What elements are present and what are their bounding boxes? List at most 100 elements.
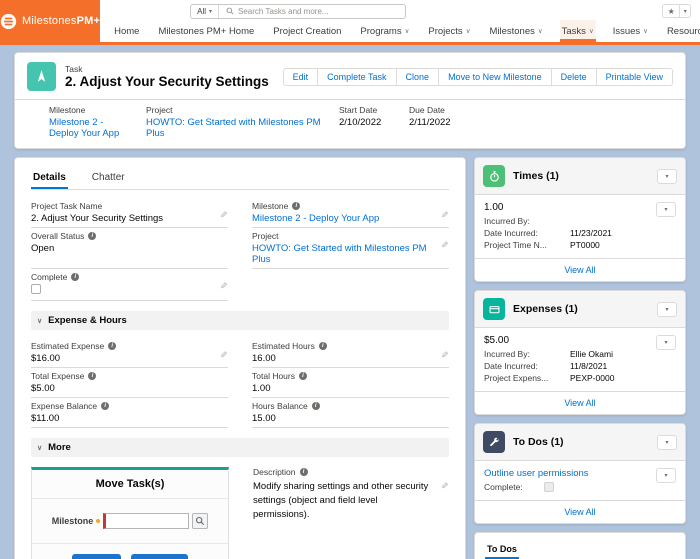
info-icon[interactable]: i [312,402,320,410]
milestone-lookup-input[interactable] [103,513,189,529]
favorites-star-icon[interactable]: ★ [662,4,680,18]
highlights-panel: Milestone Milestone 2 - Deploy Your App … [15,99,685,148]
info-icon[interactable]: i [101,402,109,410]
expense-record-link[interactable]: PEXP-0000 [570,373,614,383]
move-to-new-milestone-button[interactable]: Move to New Milestone [438,68,552,86]
expense-hours-fields: Estimated Expensei $16.00 ✎ Estimated Ho… [31,338,449,428]
todo-record-link[interactable]: Outline user permissions [484,468,589,479]
incurred-by-link[interactable]: Ellie Okami [570,349,613,359]
row-value: 11/8/2021 [570,361,607,371]
section-expense-hours[interactable]: ∨ Expense & Hours [31,311,449,330]
info-icon[interactable]: i [292,202,300,210]
time-row-menu-caret-icon[interactable]: ▾ [656,202,676,217]
field-total-hours: Total Hours i 1.00 [252,368,449,398]
search-icon [226,7,234,15]
nav-tasks[interactable]: Tasks∨ [560,20,596,42]
nav-projects[interactable]: Projects∨ [426,20,472,42]
nav-milestones-pm-home[interactable]: Milestones PM+ Home [156,20,256,42]
info-icon[interactable]: i [300,468,308,476]
row-label: Project Expens... [484,373,570,383]
edit-pencil-icon[interactable]: ✎ [441,240,449,251]
todos-card-title: To Dos (1) [513,436,564,448]
edit-pencil-icon[interactable]: ✎ [220,281,228,292]
info-icon[interactable]: i [108,342,116,350]
field-label: Overall Status [31,231,84,241]
milestone-field-link[interactable]: Milestone 2 - Deploy Your App [252,213,379,224]
todo-complete-checkbox[interactable] [544,482,554,492]
nav-resource-allocation[interactable]: Resource Allocation [665,20,700,42]
page-title: 2. Adjust Your Security Settings [65,74,269,89]
lookup-icon[interactable] [192,513,208,529]
related-rail: Times (1) ▾ 1.00 Incurred By: Date Incur… [474,157,686,559]
edit-pencil-icon[interactable]: ✎ [441,350,449,361]
info-icon[interactable]: i [88,232,96,240]
time-record-link[interactable]: PT0000 [570,240,600,250]
tab-chatter[interactable]: Chatter [90,168,127,189]
complete-task-button[interactable]: Complete Task [317,68,396,86]
times-card: Times (1) ▾ 1.00 Incurred By: Date Incur… [474,157,686,282]
milestone-lookup-label: Milestone [52,516,94,526]
section-more[interactable]: ∨ More [31,438,449,457]
app-logo[interactable]: MilestonesPM+ [0,0,100,42]
global-header: MilestonesPM+ All ▾ ★ ▾ + ? [0,0,700,45]
chevron-down-icon: ∨ [589,27,594,35]
expenses-view-all-link[interactable]: View All [564,398,595,408]
times-card-menu-caret-icon[interactable]: ▾ [657,169,677,184]
page-body: Task 2. Adjust Your Security Settings Ed… [0,45,700,559]
edit-pencil-icon[interactable]: ✎ [441,481,449,492]
tab-details[interactable]: Details [31,168,68,189]
milestone-link[interactable]: Milestone 2 - Deploy Your App [49,117,119,139]
clone-button[interactable]: Clone [396,68,440,86]
nav-programs[interactable]: Programs∨ [358,20,411,42]
delete-button[interactable]: Delete [551,68,597,86]
edit-pencil-icon[interactable]: ✎ [220,350,228,361]
field-value: Open [31,243,214,254]
field-expense-balance: Expense Balancei $11.00 [31,398,228,428]
chevron-down-icon: ∨ [643,27,648,35]
todos-card-menu-caret-icon[interactable]: ▾ [657,435,677,450]
description-value: Modify sharing settings and other securi… [253,480,435,521]
info-icon[interactable]: i [319,342,327,350]
field-estimated-hours: Estimated Hoursi 16.00 ✎ [252,338,449,368]
nav-issues[interactable]: Issues∨ [611,20,650,42]
todos-card: To Dos (1) ▾ Outline user permissions Co… [474,423,686,524]
field-value: 1.00 [252,383,435,394]
highlight-label: Project [146,105,327,115]
field-label: Total Hours [252,371,295,381]
caret-down-icon: ▾ [209,8,212,15]
field-overall-status: Overall Status i Open [31,228,228,269]
printable-view-button[interactable]: Printable View [596,68,673,86]
field-description: Descriptioni Modify sharing settings and… [253,467,449,559]
logo-text: MilestonesPM+ [22,15,100,27]
expense-row-menu-caret-icon[interactable]: ▾ [656,335,676,350]
favorites-caret-icon[interactable]: ▾ [680,4,691,18]
nav-home[interactable]: Home [112,20,141,42]
expenses-card-menu-caret-icon[interactable]: ▾ [657,302,677,317]
field-complete: Completei ✎ [31,269,228,301]
todo-row-menu-caret-icon[interactable]: ▾ [656,468,676,483]
times-view-all-link[interactable]: View All [564,265,595,275]
edit-button[interactable]: Edit [283,68,319,86]
nav-milestones[interactable]: Milestones∨ [487,20,544,42]
search-input[interactable] [238,7,405,16]
record-header-card: Task 2. Adjust Your Security Settings Ed… [14,52,686,149]
search-scope-dropdown[interactable]: All ▾ [191,5,219,18]
edit-pencil-icon[interactable]: ✎ [220,210,228,221]
project-link[interactable]: HOWTO: Get Started with Milestones PM Pl… [146,117,321,139]
info-icon[interactable]: i [71,273,79,281]
project-field-link[interactable]: HOWTO: Get Started with Milestones PM Pl… [252,243,427,265]
cancel-button[interactable]: Cancel [131,554,188,559]
nav-project-creation[interactable]: Project Creation [271,20,343,42]
field-project: Project HOWTO: Get Started with Mileston… [252,228,449,269]
info-icon[interactable]: i [88,372,96,380]
chevron-down-icon: ∨ [405,27,410,35]
todos-view-all-link[interactable]: View All [564,507,595,517]
complete-checkbox[interactable] [31,284,41,294]
info-icon[interactable]: i [299,372,307,380]
field-hours-balance: Hours Balancei 15.00 [252,398,449,428]
field-label: Hours Balance [252,401,308,411]
field-label: Project Task Name [31,201,102,211]
save-button[interactable]: Save [72,554,120,559]
todo-widget-tab[interactable]: To Dos [485,542,519,559]
edit-pencil-icon[interactable]: ✎ [441,210,449,221]
